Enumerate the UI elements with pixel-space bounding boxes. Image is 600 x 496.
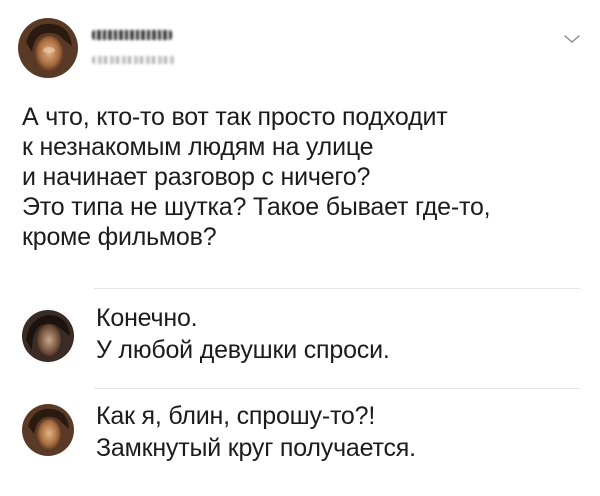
- author-avatar[interactable]: [18, 18, 78, 78]
- avatar-photo-icon: [18, 18, 78, 78]
- comment-text-line: Как я, блин, спрошу-то?!: [96, 402, 376, 430]
- comment: Конечно. У любой девушки спроси.: [18, 302, 582, 382]
- post-text-line: Это типа не шутка? Такое бывает где-то,: [22, 193, 491, 221]
- post-text-line: и начинает разговор с ничего?: [22, 163, 371, 191]
- chevron-down-icon[interactable]: [562, 32, 582, 46]
- comment-text-line: У любой девушки спроси.: [96, 336, 390, 364]
- divider: [94, 288, 580, 289]
- comment-avatar[interactable]: [22, 310, 74, 362]
- post-text-line: А что, кто-то вот так просто подходит: [22, 103, 448, 131]
- post-header: [18, 18, 582, 82]
- author-name[interactable]: [92, 30, 172, 40]
- avatar-photo-icon: [22, 310, 74, 362]
- comment-text-line: Конечно.: [96, 304, 198, 332]
- comment-text: Как я, блин, спрошу-то?! Замкнутый круг …: [96, 400, 416, 464]
- avatar-photo-icon: [22, 404, 74, 456]
- comment-text-line: Замкнутый круг получается.: [96, 434, 416, 462]
- comment-avatar[interactable]: [22, 404, 74, 456]
- post-text: А что, кто-то вот так просто подходит к …: [22, 102, 582, 252]
- comment-text: Конечно. У любой девушки спроси.: [96, 302, 390, 366]
- divider: [94, 388, 580, 389]
- post-text-line: кроме фильмов?: [22, 223, 217, 251]
- post-text-line: к незнакомым людям на улице: [22, 133, 374, 161]
- author-handle[interactable]: [92, 56, 176, 64]
- comment: Как я, блин, спрошу-то?! Замкнутый круг …: [18, 400, 582, 480]
